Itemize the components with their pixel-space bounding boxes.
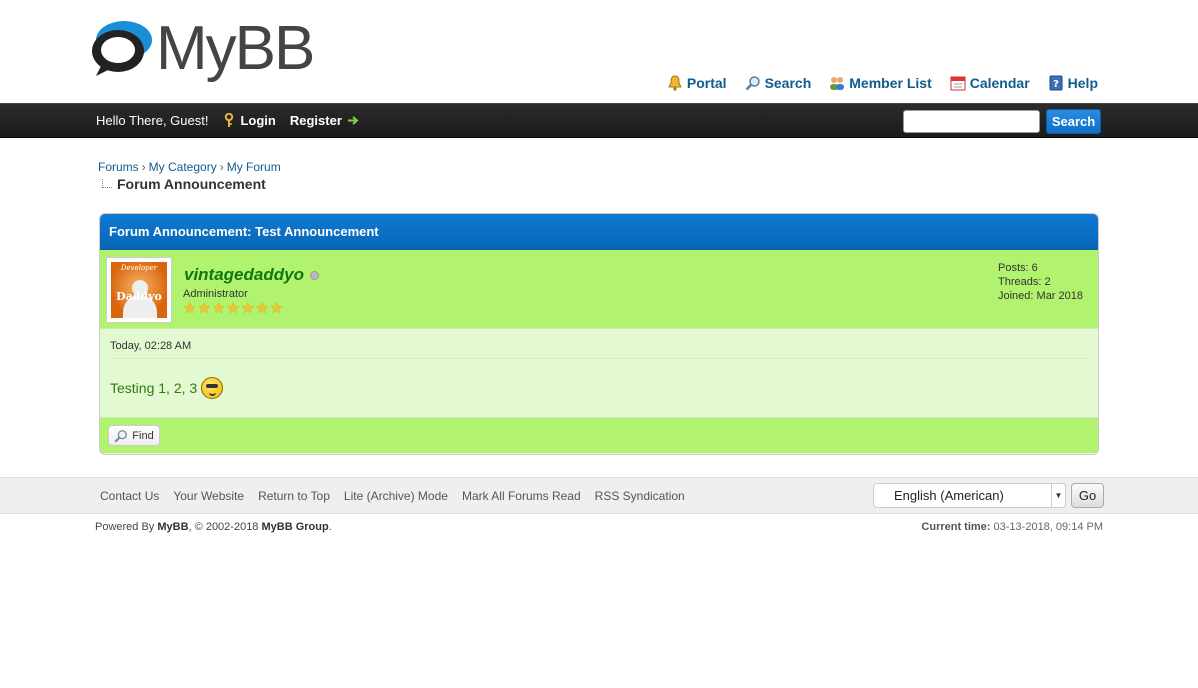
star-icon: ★ [269, 299, 284, 317]
rss-syndication-link[interactable]: RSS Syndication [595, 489, 685, 503]
lite-archive-mode-link[interactable]: Lite (Archive) Mode [344, 489, 448, 503]
tree-elbow-icon [102, 178, 112, 188]
star-icon: ★ [240, 299, 255, 317]
star-icon: ★ [211, 299, 226, 317]
footer-bar: Contact Us Your Website Return to Top Li… [0, 477, 1198, 514]
footer-links: Contact Us Your Website Return to Top Li… [100, 489, 685, 503]
top-navigation: Portal Search Member List Calendar ? Hel… [667, 75, 1098, 91]
current-time: Current time: 03-13-2018, 09:14 PM [921, 521, 1103, 533]
portal-link[interactable]: Portal [667, 75, 727, 91]
username: vintagedaddyo [184, 265, 304, 284]
post-message: Testing 1, 2, 3 [110, 380, 198, 396]
language-select[interactable]: English (American) ▼ [873, 483, 1066, 508]
post-controls: Find [100, 417, 1098, 453]
breadcrumb-current: Forum Announcement [102, 176, 266, 192]
powered-mid: , © 2002-2018 [188, 521, 262, 533]
star-icon: ★ [226, 299, 240, 317]
breadcrumb-forums[interactable]: Forums [98, 160, 139, 174]
avatar[interactable]: Developer Daddyo [106, 257, 172, 323]
magnifier-icon [745, 76, 760, 91]
breadcrumb-separator: › [141, 160, 146, 174]
current-time-label: Current time: [921, 521, 991, 533]
portal-label: Portal [686, 75, 727, 91]
post-date: Today, 02:28 AM [110, 329, 1088, 359]
login-link[interactable]: Login [224, 113, 276, 128]
bell-icon [668, 75, 682, 91]
breadcrumb-current-label: Forum Announcement [117, 176, 266, 192]
powered-prefix: Powered By [95, 521, 158, 533]
mark-all-forums-read-link[interactable]: Mark All Forums Read [462, 489, 581, 503]
calendar-label: Calendar [969, 75, 1030, 91]
star-icon: ★ [197, 299, 211, 317]
language-go-button[interactable]: Go [1071, 483, 1104, 508]
arrow-right-icon [347, 116, 359, 125]
key-icon [225, 113, 234, 127]
avatar-caption-name: Daddyo [116, 290, 162, 303]
user-panel-bar: Hello There, Guest! Login Register Searc… [0, 103, 1198, 138]
welcome-block: Hello There, Guest! Login Register [96, 113, 373, 128]
announcement-title: Forum Announcement: Test Announcement [100, 214, 1098, 250]
guest-greeting: Hello There, Guest! [96, 113, 209, 128]
powered-end: . [328, 521, 332, 533]
avatar-caption-top: Developer [120, 264, 158, 272]
member-list-link[interactable]: Member List [829, 75, 932, 91]
search-input[interactable] [903, 110, 1040, 133]
author-joined: Joined: Mar 2018 [998, 290, 1083, 302]
username-link[interactable]: vintagedaddyo [184, 265, 319, 285]
logo-text: MyBB [156, 14, 315, 83]
author-posts: Posts: 6 [998, 262, 1038, 274]
search-button[interactable]: Search [1046, 109, 1101, 134]
contact-us-link[interactable]: Contact Us [100, 489, 159, 503]
author-stats: Posts: 6 Threads: 2 Joined: Mar 2018 [998, 261, 1083, 303]
author-threads: Threads: 2 [998, 276, 1051, 288]
avatar-image: Developer Daddyo [111, 262, 167, 318]
your-website-link[interactable]: Your Website [173, 489, 244, 503]
members-icon [830, 77, 845, 90]
help-link[interactable]: ? Help [1048, 75, 1098, 91]
cool-smiley-icon [201, 377, 224, 399]
return-to-top-link[interactable]: Return to Top [258, 489, 330, 503]
calendar-icon [950, 76, 966, 91]
svg-text:?: ? [1053, 79, 1059, 90]
star-icon: ★ [183, 299, 197, 317]
breadcrumb: Forums › My Category › My Forum [98, 160, 281, 174]
help-book-icon: ? [1049, 75, 1063, 91]
user-stars: ★ ★ ★ ★ ★ ★ ★ [183, 301, 283, 316]
post-body: Testing 1, 2, 3 [100, 359, 1098, 417]
breadcrumb-separator: › [219, 160, 224, 174]
mybb-logo[interactable]: MyBB [90, 14, 315, 83]
login-label: Login [240, 113, 276, 128]
current-time-value: 03-13-2018, 09:14 PM [993, 521, 1103, 533]
powered-mybb-link[interactable]: MyBB [157, 521, 188, 533]
offline-status-icon [309, 270, 319, 280]
breadcrumb-my-forum[interactable]: My Forum [227, 160, 281, 174]
search-link[interactable]: Search [745, 75, 812, 91]
member-list-label: Member List [849, 75, 932, 91]
search-label: Search [764, 75, 812, 91]
register-label: Register [289, 113, 342, 128]
dropdown-arrow-icon: ▼ [1051, 484, 1065, 507]
find-button[interactable]: Find [108, 425, 160, 446]
star-icon: ★ [255, 299, 269, 317]
breadcrumb-my-category[interactable]: My Category [149, 160, 217, 174]
calendar-link[interactable]: Calendar [950, 75, 1030, 91]
register-link[interactable]: Register [290, 113, 359, 128]
post-author: Developer Daddyo vintagedaddyo Administr… [100, 250, 1098, 329]
copyright: Powered By MyBB, © 2002-2018 MyBB Group. [95, 521, 332, 533]
announcement-post: Forum Announcement: Test Announcement De… [99, 213, 1099, 455]
magnifier-icon [114, 429, 128, 442]
language-value: English (American) [894, 488, 1004, 503]
speech-bubble-logo-icon [90, 18, 154, 80]
help-label: Help [1067, 75, 1098, 91]
mybb-group-link[interactable]: MyBB Group [261, 521, 328, 533]
find-label: Find [132, 429, 154, 442]
